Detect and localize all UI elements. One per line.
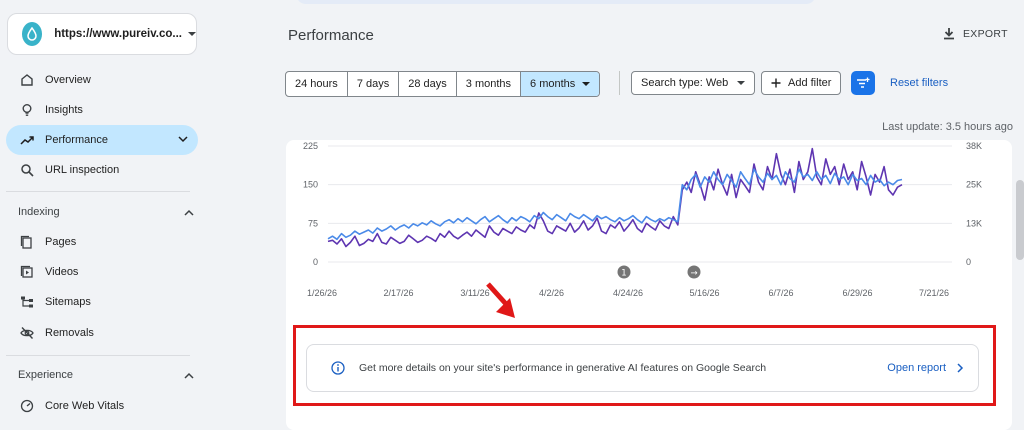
date-range-tabs: 24 hours 7 days 28 days 3 months 6 month…	[285, 71, 601, 97]
sidebar-item-label: Sitemaps	[45, 296, 91, 308]
sidebar-item-removals[interactable]: Removals	[6, 318, 198, 348]
gauge-icon	[19, 398, 35, 414]
annotation-label: →	[690, 269, 697, 279]
export-label: EXPORT	[963, 27, 1008, 40]
series-line-1	[327, 147, 903, 248]
tab-label: 7 days	[356, 78, 390, 90]
chevron-down-icon	[178, 136, 188, 143]
add-filter-button[interactable]: Add filter	[761, 71, 842, 95]
x-axis-tick-label: 7/21/26	[919, 288, 949, 298]
filter-list-icon	[857, 77, 870, 88]
right-axis-tick-label: 25K	[966, 180, 982, 190]
section-heading: Indexing	[18, 206, 60, 218]
x-axis-tick-label: 4/2/26	[539, 288, 564, 298]
sidebar-section-indexing[interactable]: Indexing	[18, 206, 194, 218]
search-bar[interactable]	[296, 0, 816, 4]
tab-label: 3 months	[465, 78, 512, 90]
scrollbar[interactable]	[1016, 180, 1024, 260]
pages-icon	[19, 234, 35, 250]
right-axis-tick-label: 13K	[966, 218, 982, 228]
tab-label: 6 months	[530, 78, 576, 90]
sidebar-item-label: Overview	[45, 74, 91, 86]
sitemap-icon	[19, 294, 35, 310]
property-selector[interactable]: https://www.pureiv.co...	[7, 13, 197, 55]
property-url: https://www.pureiv.co...	[54, 28, 182, 40]
filter-options-button[interactable]	[851, 71, 875, 95]
sidebar-item-overview[interactable]: Overview	[6, 65, 198, 95]
sidebar-item-videos[interactable]: Videos	[6, 257, 198, 287]
tab-3-months[interactable]: 3 months	[457, 72, 522, 96]
search-type-dropdown[interactable]: Search type: Web	[631, 71, 756, 95]
section-heading: Experience	[18, 369, 74, 381]
video-icon	[19, 264, 35, 280]
annotation-label: 1	[621, 269, 626, 279]
chevron-down-icon	[188, 32, 196, 36]
red-arrow-annotation	[486, 282, 515, 318]
x-axis-tick-label: 6/29/26	[842, 288, 872, 298]
chevron-down-icon	[737, 81, 746, 85]
tab-label: 28 days	[408, 78, 447, 90]
left-axis-tick-label: 0	[313, 257, 318, 267]
open-report-label: Open report	[887, 362, 946, 374]
search-type-label: Search type: Web	[641, 77, 729, 89]
right-axis-tick-label: 0	[966, 257, 971, 267]
sidebar-item-label: Core Web Vitals	[45, 400, 125, 412]
sidebar-item-performance[interactable]: Performance	[6, 125, 198, 155]
chevron-right-icon	[957, 363, 964, 373]
plus-icon	[771, 78, 781, 88]
sidebar-item-label: URL inspection	[45, 164, 120, 176]
sidebar-item-label: Removals	[45, 327, 94, 339]
lightbulb-icon	[19, 102, 35, 118]
left-axis-tick-label: 150	[303, 180, 318, 190]
sidebar-item-pages[interactable]: Pages	[6, 227, 198, 257]
reset-filters-link[interactable]: Reset filters	[890, 77, 948, 89]
sidebar: https://www.pureiv.co... Overview Insigh…	[0, 0, 210, 417]
tab-label: 24 hours	[295, 78, 338, 90]
search-icon	[19, 162, 35, 178]
chevron-up-icon	[184, 372, 194, 379]
sidebar-item-url-inspection[interactable]: URL inspection	[6, 155, 198, 185]
eye-off-icon	[19, 325, 35, 341]
left-axis-tick-label: 75	[308, 218, 318, 228]
tab-24-hours[interactable]: 24 hours	[286, 72, 348, 96]
trending-up-icon	[19, 132, 35, 148]
sidebar-item-label: Insights	[45, 104, 83, 116]
property-logo-icon	[22, 22, 43, 46]
export-button[interactable]: EXPORT	[943, 27, 1008, 40]
add-filter-label: Add filter	[788, 77, 832, 89]
sidebar-item-label: Videos	[45, 266, 79, 278]
right-axis-tick-label: 38K	[966, 141, 982, 151]
banner-message: Get more details on your site's performa…	[359, 362, 767, 374]
chevron-down-icon	[582, 82, 591, 86]
sidebar-divider	[6, 191, 190, 192]
download-icon	[944, 28, 954, 40]
x-axis-tick-label: 4/24/26	[613, 288, 643, 298]
page-title: Performance	[288, 27, 374, 44]
open-report-link[interactable]: Open report	[887, 362, 964, 374]
home-icon	[19, 72, 35, 88]
info-icon	[331, 361, 345, 375]
sidebar-item-insights[interactable]: Insights	[6, 95, 198, 125]
left-axis-tick-label: 225	[303, 141, 318, 151]
x-axis-tick-label: 2/17/26	[383, 288, 413, 298]
main-content: Performance EXPORT 24 hours 7 days 28 da…	[210, 0, 1024, 430]
sidebar-item-label: Pages	[45, 236, 77, 248]
performance-chart[interactable]: 225 38K150 25K75 13K0 01/26/26 2/17/26 3/11/26…	[286, 140, 1012, 325]
sidebar-section-experience[interactable]: Experience	[18, 369, 194, 381]
x-axis-tick-label: 5/16/26	[689, 288, 719, 298]
tab-6-months[interactable]: 6 months	[521, 72, 600, 96]
last-update-text: Last update: 3.5 hours ago	[882, 121, 1013, 133]
x-axis-tick-label: 1/26/26	[307, 288, 337, 298]
tab-7-days[interactable]: 7 days	[348, 72, 400, 96]
ai-features-banner: Get more details on your site's performa…	[306, 344, 979, 392]
tab-28-days[interactable]: 28 days	[399, 72, 457, 96]
sidebar-item-label: Performance	[45, 134, 108, 146]
toolbar-divider	[619, 71, 620, 95]
sidebar-item-sitemaps[interactable]: Sitemaps	[6, 287, 198, 317]
sidebar-divider	[6, 355, 190, 356]
x-axis-tick-label: 6/7/26	[768, 288, 793, 298]
chevron-up-icon	[184, 209, 194, 216]
